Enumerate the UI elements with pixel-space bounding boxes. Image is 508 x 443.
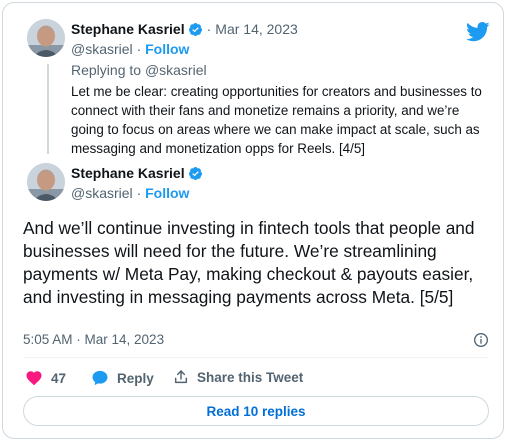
heart-icon [26,371,42,386]
separator-dot: · [136,41,146,57]
follow-button[interactable]: Follow [145,41,189,57]
verified-badge-icon [188,166,202,180]
thread-connector [47,64,49,154]
follow-button[interactable]: Follow [145,185,189,201]
author-handle[interactable]: @skasriel [71,41,133,57]
replying-to: Replying to @skasriel [71,62,207,78]
separator-dot: · [206,21,212,37]
author-handle[interactable]: @skasriel [71,185,133,201]
read-replies-button[interactable]: Read 10 replies [23,396,489,426]
verified-badge-icon [188,22,202,36]
tweet-text: Let me be clear: creating opportunities … [71,84,482,156]
reply-button[interactable]: Reply [91,369,154,387]
share-button[interactable]: Share this Tweet [173,369,303,385]
tweet-text: And we’ll continue investing in fintech … [23,218,475,307]
info-icon[interactable] [473,332,489,348]
like-count: 47 [51,370,67,386]
author-name[interactable]: Stephane Kasriel [71,165,185,181]
replying-to-prefix: Replying to [71,62,142,78]
author-row: Stephane Kasriel · Mar 14, 2023 [71,21,298,37]
replying-to-handle[interactable]: @skasriel [145,62,207,78]
avatar[interactable] [27,163,65,201]
tweet-date[interactable]: Mar 14, 2023 [215,21,298,37]
speech-bubble-icon [92,370,108,386]
tweet-embed-card: Stephane Kasriel · Mar 14, 2023 @skasrie… [2,2,504,439]
share-upload-icon [174,370,188,384]
divider [23,357,489,358]
avatar[interactable] [27,19,65,57]
share-label: Share this Tweet [197,369,304,385]
reply-label: Reply [117,370,154,386]
twitter-bird-icon[interactable] [466,22,490,42]
like-button[interactable]: 47 [25,369,66,387]
handle-row: @skasriel · Follow [71,41,189,57]
author-row: Stephane Kasriel [71,165,203,181]
tweet-timestamp[interactable]: 5:05 AM · Mar 14, 2023 [23,332,164,347]
separator-dot: · [136,185,146,201]
author-name[interactable]: Stephane Kasriel [71,21,185,37]
handle-row: @skasriel · Follow [71,185,189,201]
